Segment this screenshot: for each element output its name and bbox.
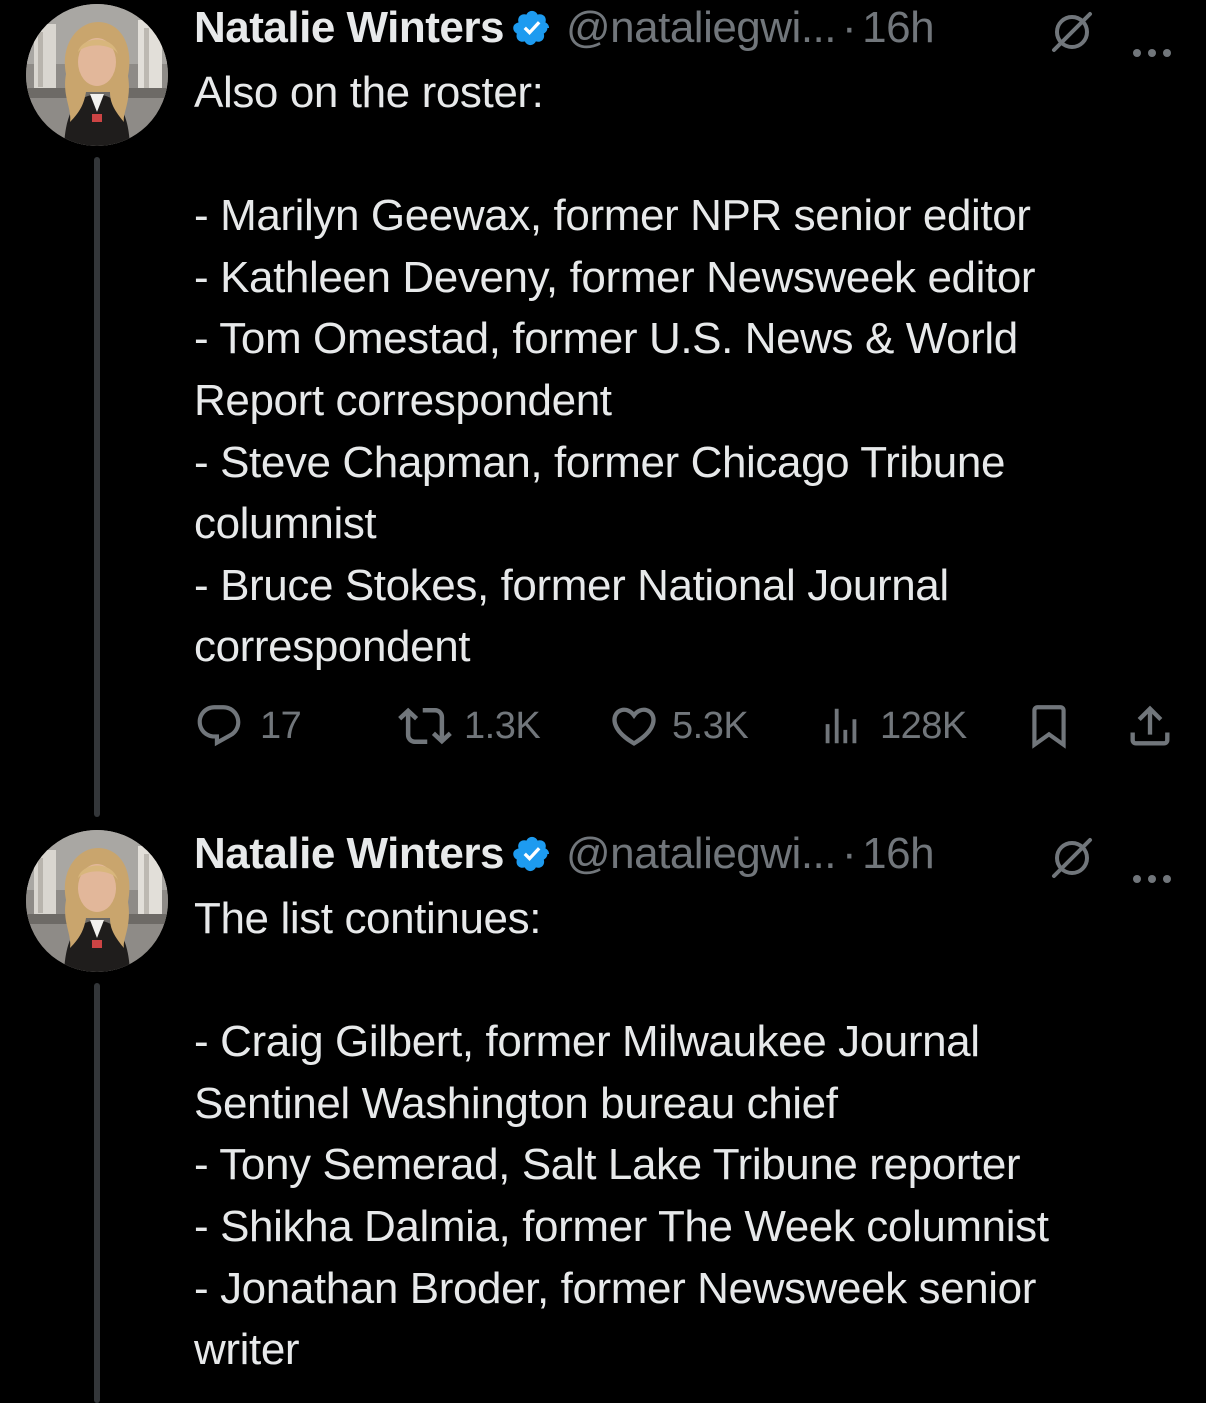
tweet-text-line: - Marilyn Geewax, former NPR senior edit… [194,191,1031,241]
verified-badge-icon[interactable] [512,8,552,48]
tweet-text-line [194,124,1184,186]
thread-connector-line [94,157,100,817]
tweet-text-line: columnist [194,499,377,549]
reply-button[interactable]: 17 [194,698,302,754]
muted-conversation-icon[interactable] [1050,836,1094,880]
tweet-text-line: - Bruce Stokes, former National Journal [194,560,949,610]
separator-dot: · [842,829,857,878]
author-name[interactable]: Natalie Winters [194,829,504,879]
separator-dot: · [842,3,857,52]
repost-icon [398,699,452,753]
tweet-text-line: Also on the roster: [194,68,544,117]
author-name[interactable]: Natalie Winters [194,3,504,53]
tweet-header: Natalie Winters @nataliegwi... · 16h [194,2,1184,57]
views-count: 128K [880,704,967,747]
muted-conversation-icon[interactable] [1050,10,1094,54]
tweet-header: Natalie Winters @nataliegwi... · 16h [194,828,1184,883]
tweet[interactable]: Natalie Winters @nataliegwi... · 16h Als… [0,0,1206,830]
tweet-text-line: writer [194,1325,300,1375]
like-count: 5.3K [672,704,749,747]
tweet-text-line: - Tom Omestad, former U.S. News & World [194,314,1018,364]
tweet-text-line [194,950,1184,1012]
tweet-text-line: The list continues: [194,894,542,943]
views-button[interactable]: 128K [818,698,967,754]
tweet-text-line: - Jonathan Broder, former Newsweek senio… [194,1263,1036,1313]
author-handle[interactable]: @nataliegwi... [566,829,837,879]
tweet-text: Also on the roster: - Marilyn Geewax, fo… [194,62,1184,678]
timestamp[interactable]: 16h [862,829,934,879]
like-icon [608,700,660,752]
tweet-actions-bar: 17 1.3K 5.3K 128K [194,698,1184,754]
author-handle[interactable]: @nataliegwi... [566,3,837,53]
tweet-text-line: - Tony Semerad, Salt Lake Tribune report… [194,1140,1021,1190]
timestamp[interactable]: 16h [862,3,934,53]
tweet-text-line: Report correspondent [194,375,612,425]
tweet-text-line: Sentinel Washington bureau chief [194,1078,838,1128]
tweet[interactable]: Natalie Winters @nataliegwi... · 16h The… [0,826,1206,1403]
avatar[interactable] [26,4,168,146]
more-options-icon[interactable] [1130,848,1174,883]
tweet-text-line: - Steve Chapman, former Chicago Tribune [194,437,1006,487]
avatar[interactable] [26,830,168,972]
reply-count: 17 [260,704,302,747]
tweet-text-line: - Kathleen Deveny, former Newsweek edito… [194,252,1036,302]
reply-icon [194,701,244,751]
repost-button[interactable]: 1.3K [398,698,541,754]
repost-count: 1.3K [464,704,541,747]
like-button[interactable]: 5.3K [608,698,749,754]
tweet-text: The list continues: - Craig Gilbert, for… [194,888,1184,1381]
views-icon [818,703,864,749]
tweet-text-line: correspondent [194,622,471,672]
share-icon [1124,700,1176,752]
more-options-icon[interactable] [1130,22,1174,57]
share-button[interactable] [1124,698,1176,754]
verified-badge-icon[interactable] [512,834,552,874]
bookmark-icon [1024,701,1074,751]
tweet-text-line: - Craig Gilbert, former Milwaukee Journa… [194,1017,980,1067]
bookmark-button[interactable] [1024,698,1074,754]
tweet-text-line: - Shikha Dalmia, former The Week columni… [194,1201,1049,1251]
thread-connector-line [94,983,100,1403]
